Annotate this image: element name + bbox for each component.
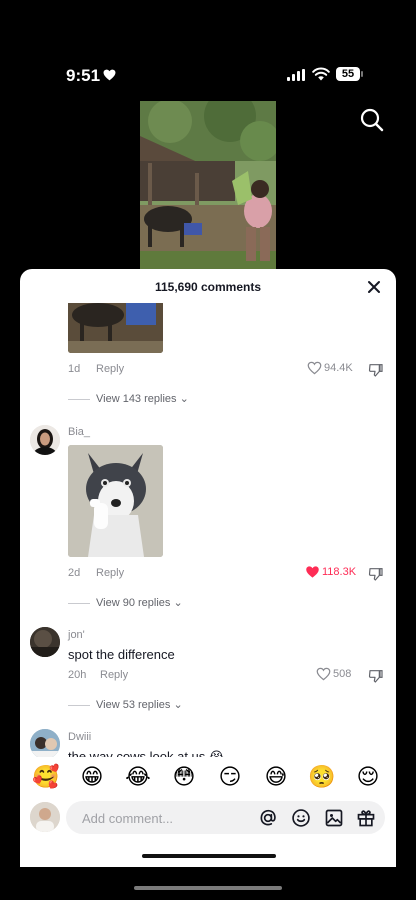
status-bar: 9:51 55 [0,60,416,90]
like-count: 118.3K [322,565,357,578]
emoji-relieved[interactable]: 😌 [354,763,382,791]
cellular-signal-icon [287,68,305,86]
video-preview[interactable] [140,101,276,271]
emoji-grin[interactable]: 😁 [78,763,106,791]
heart-outline-icon [307,361,322,375]
emoji-pleading[interactable]: 🥺 [308,763,336,791]
battery-tip [361,71,363,77]
dislike-button[interactable] [368,362,384,378]
mention-button[interactable] [258,808,278,828]
comment-username[interactable]: jon' [68,629,85,641]
reply-button[interactable]: Reply [100,669,128,681]
gift-button[interactable] [356,808,376,828]
search-icon [360,108,384,132]
view-replies-label: View 90 replies [96,597,171,609]
home-indicator [134,886,282,890]
reply-button[interactable]: Reply [96,567,124,579]
emoji-quick-bar: 🥰 😁 😂 😳 😏 😅 🥺 😌 [20,757,396,797]
gift-icon [357,810,375,827]
comment-composer [20,797,396,843]
thumbs-down-icon [368,670,383,683]
thumbs-down-icon [368,568,383,581]
comment-age: 2d [68,567,81,579]
comment-age: 1d [68,363,81,375]
avatar[interactable] [30,729,60,757]
close-button[interactable] [364,277,384,297]
view-replies-button[interactable]: View 53 replies ⌄ [68,698,183,711]
emoji-picker-button[interactable] [291,808,311,828]
comment-image[interactable] [68,303,163,353]
view-replies-label: View 53 replies [96,699,171,711]
battery-indicator: 55 [336,67,360,81]
comment-username[interactable]: Dwiii [68,731,91,743]
comment-count: 115,690 comments [154,280,262,294]
heart-filled-icon [306,566,319,578]
reply-button[interactable]: Reply [96,363,124,375]
sheet-home-indicator [142,854,276,858]
photo-button[interactable] [324,808,344,828]
emoji-tears-of-joy[interactable]: 😂 [124,763,152,791]
heart-outline-icon [316,667,331,681]
like-button[interactable]: 118.3K [305,565,356,579]
view-replies-button[interactable]: View 90 replies ⌄ [68,596,183,609]
view-replies-button[interactable]: View 143 replies ⌄ [68,392,189,405]
avatar[interactable] [30,627,60,657]
comment-username[interactable]: Bia_ [68,426,90,438]
sheet-header: 115,690 comments [20,269,396,303]
like-count: 508 [333,667,352,680]
comment-age: 20h [68,669,87,681]
image-icon [325,809,343,827]
dislike-button[interactable] [368,566,384,582]
comment-input[interactable] [80,801,254,836]
emoji-smiling-hearts[interactable]: 🥰 [32,763,60,791]
heart-icon [103,68,116,86]
emoji-sweat-smile[interactable]: 😅 [262,763,290,791]
emoji-flushed[interactable]: 😳 [170,763,198,791]
comment-text: spot the difference [68,647,175,662]
search-button[interactable] [358,106,386,134]
comment-input-box[interactable] [66,801,385,836]
like-count: 94.4K [324,361,353,374]
dislike-button[interactable] [368,668,384,684]
comment-image[interactable] [68,445,163,557]
my-avatar [30,802,60,832]
at-sign-icon [260,809,276,826]
like-button[interactable]: 94.4K [307,361,353,375]
comment-list[interactable]: 1d Reply 94.4K View 143 replies ⌄ Bia_ 2… [20,303,396,757]
emoji-smirk[interactable]: 😏 [216,763,244,791]
comments-sheet: 115,690 comments 1d Reply 94.4K View 143… [20,269,396,867]
comment-text: the way cows look at us 😭 [68,749,225,757]
clock: 9:51 [66,66,101,85]
like-button[interactable]: 508 [316,667,351,681]
thumbs-down-icon [368,364,383,377]
avatar[interactable] [30,425,60,455]
view-replies-label: View 143 replies [96,393,177,405]
close-icon [368,281,380,293]
smiley-icon [292,809,310,827]
wifi-icon [312,67,330,86]
